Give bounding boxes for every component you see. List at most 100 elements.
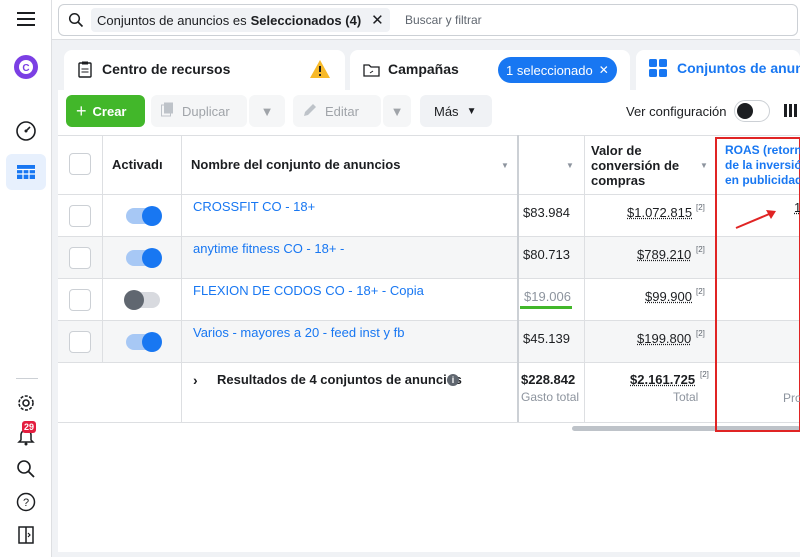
row-active-toggle[interactable] xyxy=(126,292,160,308)
ads-manager-table-icon[interactable] xyxy=(6,154,46,190)
row-checkbox[interactable] xyxy=(69,289,91,311)
duplicate-label: Duplicar xyxy=(182,104,230,119)
left-rail: C 29 ? xyxy=(0,0,52,557)
conversion-ref: [2] xyxy=(696,203,705,212)
select-all-checkbox[interactable] xyxy=(69,153,91,175)
spend-value: $19.006 xyxy=(524,289,571,304)
search-icon[interactable] xyxy=(11,454,41,484)
conversion-value[interactable]: $199.800 xyxy=(637,331,691,346)
tab-campaigns[interactable]: Campañas 1 seleccionado ✕ xyxy=(350,50,630,90)
tab-campaigns-label: Campañas xyxy=(388,61,459,77)
search-filter-bar[interactable]: Conjuntos de anuncios es Seleccionados (… xyxy=(58,4,798,36)
filter-prefix: Conjuntos de anuncios es xyxy=(97,13,247,28)
total-conversion-caption: Total xyxy=(673,390,698,404)
sort-conversion-icon[interactable]: ▼ xyxy=(700,161,708,170)
edit-dropdown-chevron-down-icon[interactable]: ▼ xyxy=(383,95,411,127)
total-spend-caption: Gasto total xyxy=(521,390,579,404)
menu-icon[interactable] xyxy=(11,4,41,34)
total-conversion[interactable]: $2.161.725 xyxy=(630,372,695,387)
view-config-label: Ver configuración xyxy=(626,104,726,119)
conversion-ref: [2] xyxy=(696,287,705,296)
tab-adsets-label: Conjuntos de anun xyxy=(677,60,800,76)
account-avatar-icon[interactable]: C xyxy=(11,52,41,82)
dashboard-gauge-icon[interactable] xyxy=(11,116,41,146)
columns-icon[interactable] xyxy=(784,104,797,117)
view-config-toggle[interactable] xyxy=(734,100,770,122)
svg-text:C: C xyxy=(22,63,29,74)
campaigns-folder-icon xyxy=(363,63,380,80)
tab-resources-label: Centro de recursos xyxy=(102,61,230,77)
adset-name-link[interactable]: CROSSFIT CO - 18+ xyxy=(193,199,315,214)
edit-button[interactable]: Editar xyxy=(293,95,381,127)
tab-resources-center[interactable]: Centro de recursos xyxy=(64,50,345,90)
header-roas-line1: ROAS (retorn xyxy=(725,143,800,158)
row-active-toggle[interactable] xyxy=(126,250,160,266)
adsets-grid-icon xyxy=(648,58,668,81)
search-placeholder[interactable]: Buscar y filtrar xyxy=(405,13,482,27)
selected-count-pill[interactable]: 1 seleccionado ✕ xyxy=(498,57,617,83)
conversion-ref: [2] xyxy=(696,245,705,254)
conversion-value[interactable]: $99.900 xyxy=(645,289,692,304)
more-button[interactable]: Más ▼ xyxy=(420,95,492,127)
info-icon[interactable]: i xyxy=(447,374,459,386)
main-panel: + Crear Duplicar ▼ Editar ▼ Más ▼ Ver co… xyxy=(58,90,800,552)
conversion-ref: [2] xyxy=(696,329,705,338)
row-checkbox[interactable] xyxy=(69,331,91,353)
header-roas[interactable]: ROAS (retorn de la inversió en publicida… xyxy=(725,143,800,188)
duplicate-dropdown-chevron-down-icon[interactable]: ▼ xyxy=(249,95,285,127)
header-conversion-line2[interactable]: conversión de xyxy=(591,158,679,173)
plus-icon: + xyxy=(76,101,87,122)
more-label: Más xyxy=(434,104,459,119)
remove-filter-close-icon[interactable]: ✕ xyxy=(371,11,384,29)
roas-value[interactable]: 1 xyxy=(794,200,800,215)
edit-pencil-icon xyxy=(303,103,317,120)
notification-count-badge: 29 xyxy=(22,421,36,433)
expand-results-chevron-icon[interactable]: › xyxy=(193,372,198,388)
spend-value: $83.984 xyxy=(523,205,570,220)
header-active[interactable]: Activadı xyxy=(112,157,163,172)
settings-gear-icon[interactable] xyxy=(11,388,41,418)
tab-adsets[interactable]: Conjuntos de anun xyxy=(636,50,800,90)
sort-spend-icon[interactable]: ▼ xyxy=(566,161,574,170)
row-active-toggle[interactable] xyxy=(126,334,160,350)
row-checkbox[interactable] xyxy=(69,205,91,227)
toggle-knob xyxy=(737,103,753,119)
create-button[interactable]: + Crear xyxy=(66,95,145,127)
header-roas-line3: en publicidad xyxy=(725,173,800,188)
duplicate-button[interactable]: Duplicar xyxy=(151,95,247,127)
help-question-icon[interactable]: ? xyxy=(11,487,41,517)
adset-name-link[interactable]: Varios - mayores a 20 - feed inst y fb xyxy=(193,325,404,340)
header-conversion-line3[interactable]: compras xyxy=(591,173,645,188)
resources-clipboard-icon xyxy=(78,61,92,81)
total-spend: $228.842 xyxy=(521,372,575,387)
top-bar: Conjuntos de anuncios es Seleccionados (… xyxy=(52,0,800,40)
total-conversion-ref: [2] xyxy=(700,370,709,379)
sort-name-icon[interactable]: ▼ xyxy=(501,161,509,170)
conversion-value[interactable]: $1.072.815 xyxy=(627,205,692,220)
duplicate-copy-icon xyxy=(161,102,174,120)
adset-name-link[interactable]: FLEXION DE CODOS CO - 18+ - Copia xyxy=(193,283,424,298)
svg-text:?: ? xyxy=(23,497,29,509)
edit-label: Editar xyxy=(325,104,359,119)
roas-summary-caption: Pro xyxy=(783,391,800,405)
header-roas-line2: de la inversió xyxy=(725,158,800,173)
adsets-table: Activadı Nombre del conjunto de anuncios… xyxy=(58,135,800,515)
spend-value: $80.713 xyxy=(523,247,570,262)
header-conversion-line1[interactable]: Valor de xyxy=(591,143,642,158)
results-summary-label: Resultados de 4 conjuntos de anuncios xyxy=(217,372,462,387)
adset-name-link[interactable]: anytime fitness CO - 18+ - xyxy=(193,241,344,256)
row-checkbox[interactable] xyxy=(69,247,91,269)
conversion-value[interactable]: $789.210 xyxy=(637,247,691,262)
search-icon xyxy=(68,12,84,31)
filter-value: Seleccionados (4) xyxy=(251,13,362,28)
warning-icon[interactable] xyxy=(309,59,331,82)
sidebar-toggle-icon[interactable] xyxy=(11,520,41,550)
selected-count-label: 1 seleccionado xyxy=(506,63,593,78)
clear-selection-close-icon[interactable]: ✕ xyxy=(599,63,609,77)
more-chevron-down-icon: ▼ xyxy=(467,106,477,117)
active-filter-chip[interactable]: Conjuntos de anuncios es Seleccionados (… xyxy=(91,8,390,32)
delivery-progress-bar xyxy=(520,306,572,309)
row-active-toggle[interactable] xyxy=(126,208,160,224)
rail-divider xyxy=(16,378,38,379)
header-adset-name[interactable]: Nombre del conjunto de anuncios xyxy=(191,157,400,172)
